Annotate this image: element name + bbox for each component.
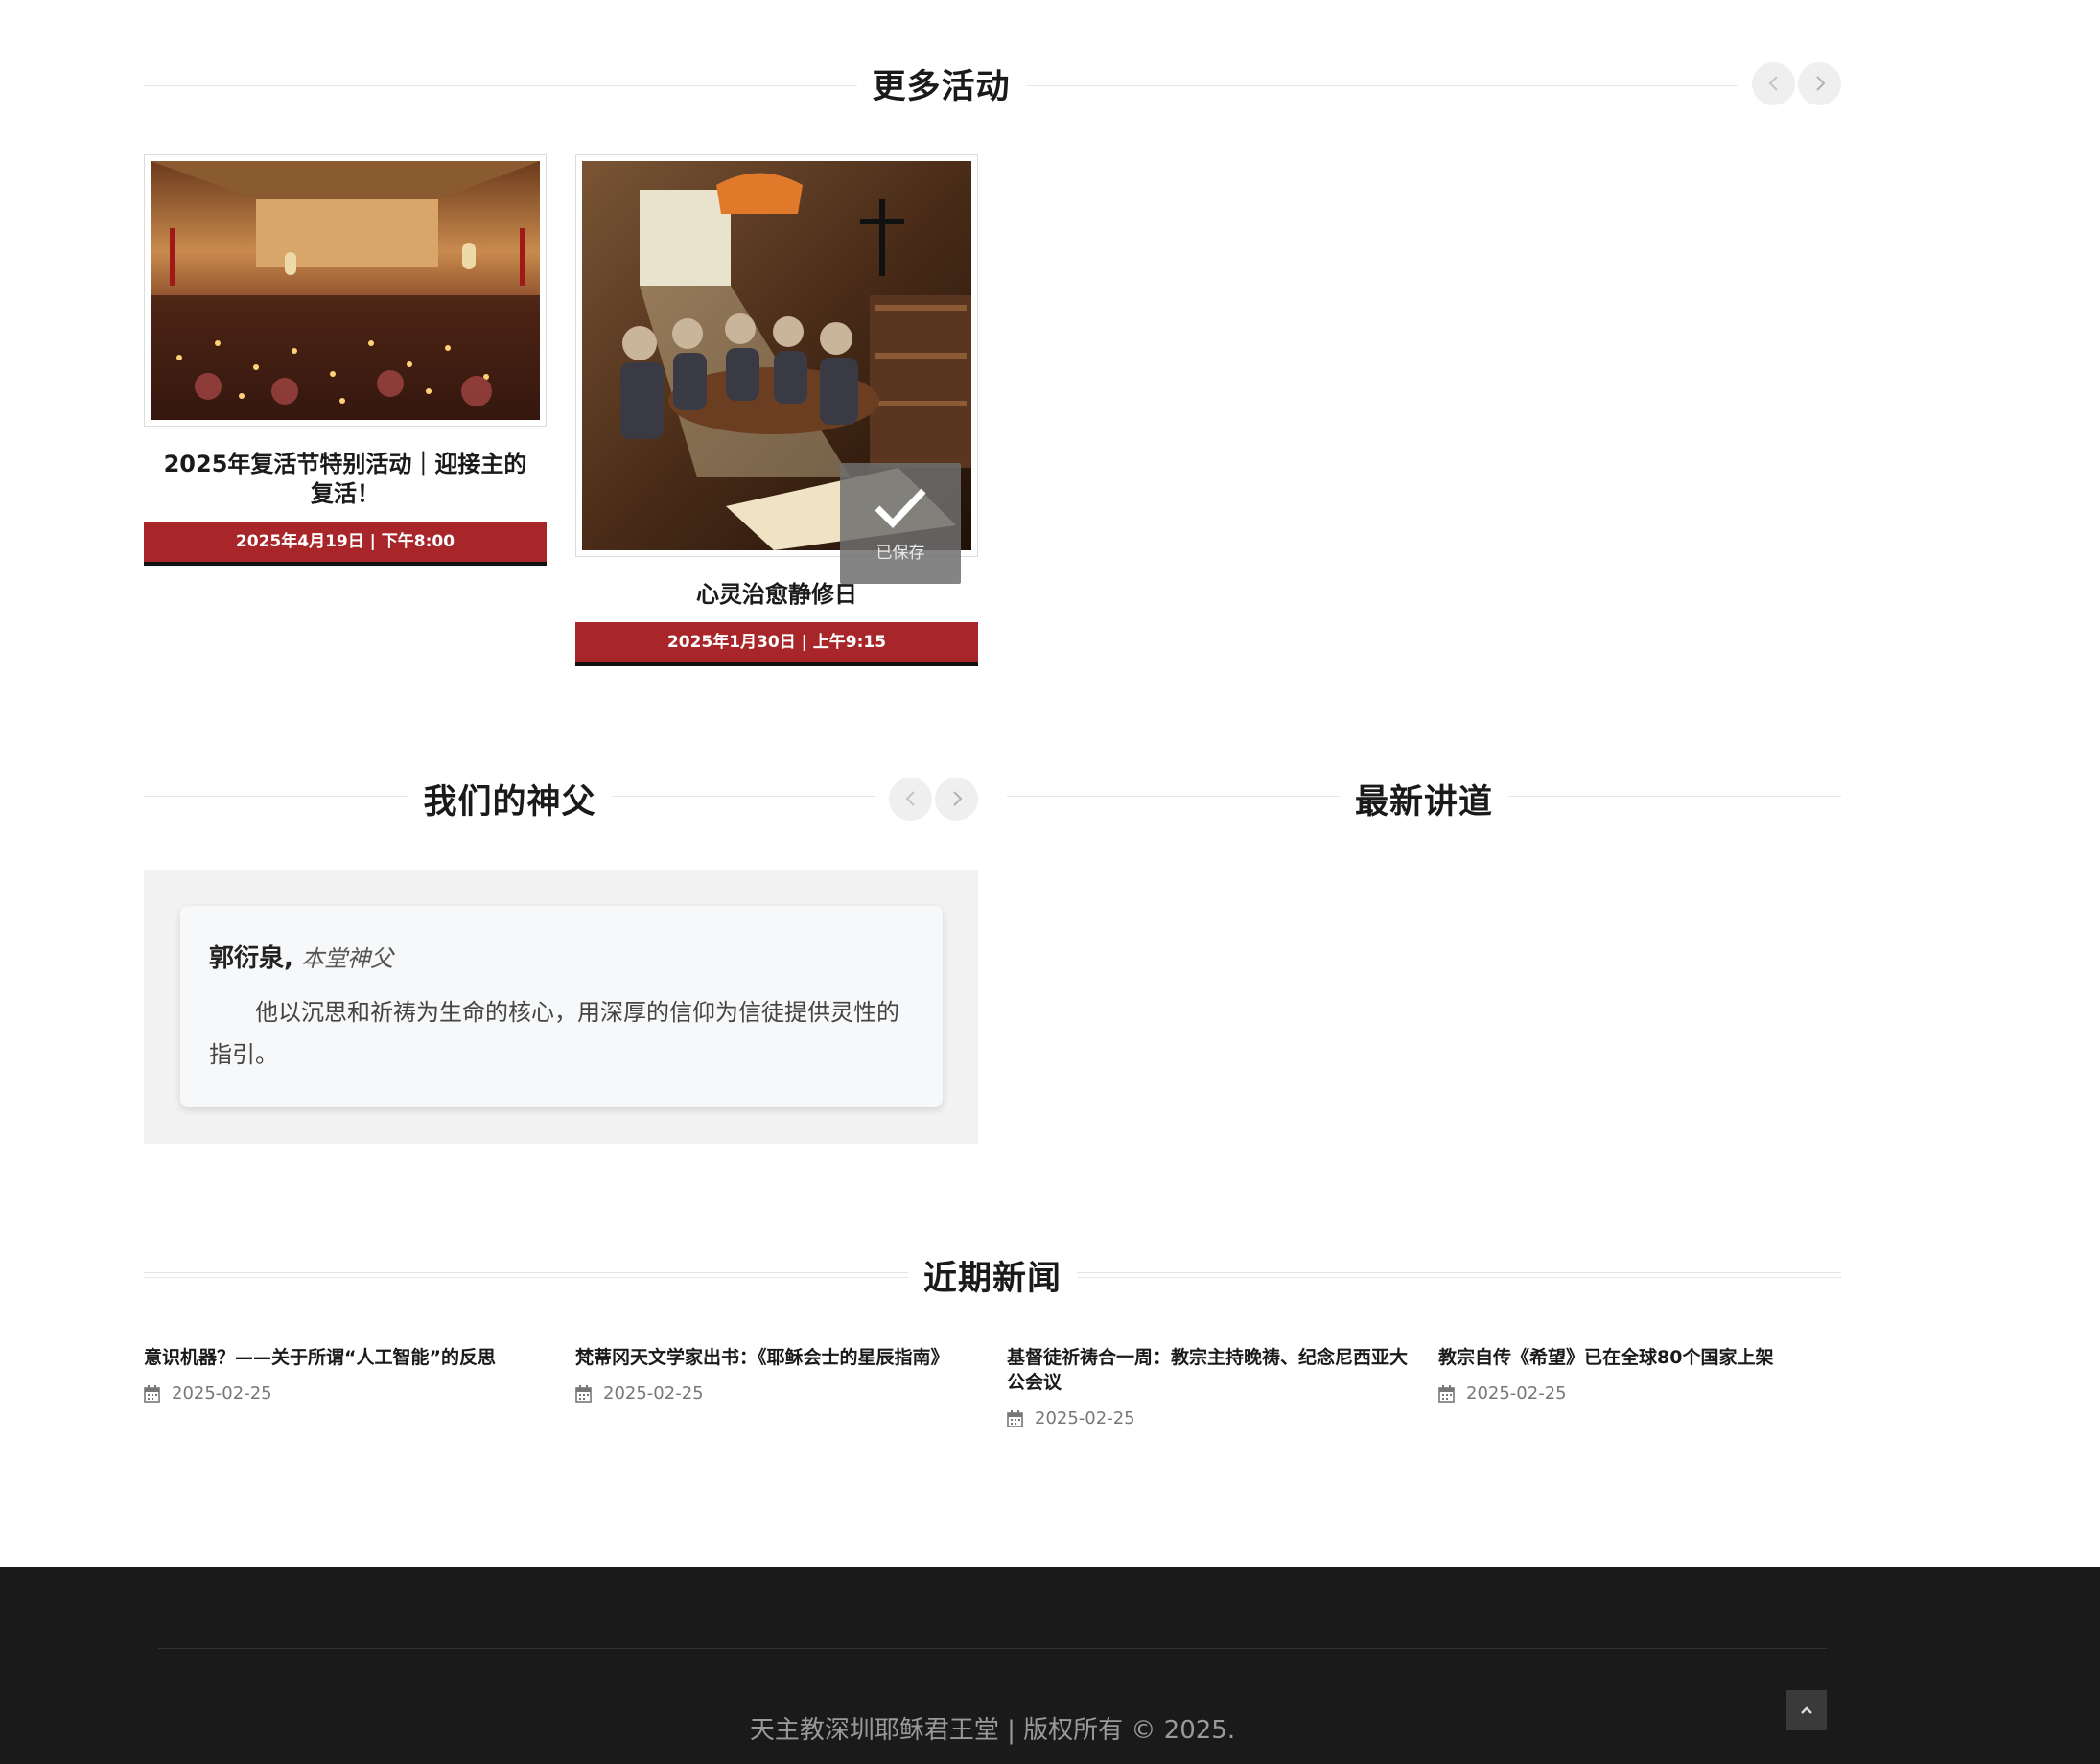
calendar-icon (144, 1384, 160, 1403)
event-date-bar: 2025年1月30日 | 上午9:15 (575, 622, 978, 666)
news-item: 梵蒂冈天文学家出书：《耶稣会士的星辰指南》 2025-02-25 (575, 1345, 978, 1404)
news-section-header: 近期新闻 (144, 1246, 1842, 1304)
divider (144, 81, 857, 86)
footer-copyright: 天主教深圳耶稣君王堂 | 版权所有 © 2025. (749, 1716, 1236, 1745)
news-meta: 2025-02-25 (1007, 1408, 1410, 1428)
divider (144, 1272, 908, 1278)
event-date-bar: 2025年4月19日 | 下午8:00 (144, 522, 547, 566)
divider (1508, 796, 1842, 801)
news-title-link[interactable]: 教宗自传《希望》已在全球80个国家上架 (1438, 1345, 1841, 1370)
checkmark-icon (875, 488, 926, 528)
priest-role: 本堂神父 (301, 945, 394, 972)
news-date: 2025-02-25 (1466, 1383, 1567, 1404)
saved-toast: 已保存 (840, 463, 961, 584)
divider (1007, 796, 1340, 801)
back-to-top-button[interactable] (1786, 1690, 1827, 1730)
divider (1025, 81, 1739, 86)
calendar-icon (1438, 1384, 1455, 1403)
event-title[interactable]: 2025年复活节特别活动｜迎接主的复活！ (144, 427, 547, 522)
events-section-header: 更多活动 (144, 55, 1842, 112)
priests-prev-button[interactable] (889, 777, 933, 821)
divider (611, 796, 876, 801)
priest-card[interactable]: 郭衍泉, 本堂神父 他以沉思和祈祷为生命的核心，用深厚的信仰为信徒提供灵性的指引… (180, 906, 943, 1107)
news-item: 意识机器？——关于所谓“人工智能”的反思 2025-02-25 (144, 1345, 547, 1404)
priests-section-header: 我们的神父 (144, 770, 979, 827)
calendar-icon (1007, 1409, 1023, 1427)
divider (1077, 1272, 1842, 1278)
priests-section-title: 我们的神父 (423, 782, 596, 822)
event-card[interactable]: 心灵治愈静修日 2025年1月30日 | 上午9:15 (575, 154, 978, 666)
news-item: 基督徒祈祷合一周：教宗主持晚祷、纪念尼西亚大公会议 2025-02-25 (1007, 1345, 1410, 1428)
event-image-candlelight-mass (151, 161, 540, 420)
chevron-right-icon (1815, 76, 1825, 91)
events-next-button[interactable] (1798, 61, 1842, 105)
news-meta: 2025-02-25 (1438, 1383, 1841, 1404)
site-footer: 天主教深圳耶稣君王堂 | 版权所有 © 2025. (0, 1567, 2100, 1764)
sermons-section-header: 最新讲道 (1007, 770, 1842, 827)
news-meta: 2025-02-25 (575, 1383, 978, 1404)
divider (144, 796, 408, 801)
event-image-frame[interactable] (144, 154, 547, 427)
events-prev-button[interactable] (1752, 61, 1796, 105)
news-section-title: 近期新闻 (923, 1259, 1062, 1298)
priests-next-button[interactable] (935, 777, 979, 821)
event-card[interactable]: 2025年复活节特别活动｜迎接主的复活！ 2025年4月19日 | 下午8:00 (144, 154, 547, 566)
chevron-up-icon (1801, 1706, 1812, 1714)
news-date: 2025-02-25 (1035, 1408, 1135, 1428)
events-carousel-nav (1752, 61, 1842, 105)
priest-name: 郭衍泉, (209, 944, 293, 973)
saved-toast-label: 已保存 (875, 543, 925, 563)
priest-description: 他以沉思和祈祷为生命的核心，用深厚的信仰为信徒提供灵性的指引。 (209, 999, 899, 1068)
priests-carousel-nav (889, 777, 979, 821)
footer-divider (158, 1648, 1827, 1649)
priest-name-row: 郭衍泉, 本堂神父 (209, 939, 914, 974)
sermons-section-title: 最新讲道 (1355, 782, 1494, 822)
news-item: 教宗自传《希望》已在全球80个国家上架 2025-02-25 (1438, 1345, 1841, 1404)
calendar-icon (575, 1384, 592, 1403)
news-date: 2025-02-25 (172, 1383, 272, 1404)
chevron-left-icon (1768, 76, 1778, 91)
news-date: 2025-02-25 (603, 1383, 704, 1404)
news-title-link[interactable]: 梵蒂冈天文学家出书：《耶稣会士的星辰指南》 (575, 1345, 978, 1370)
news-title-link[interactable]: 基督徒祈祷合一周：教宗主持晚祷、纪念尼西亚大公会议 (1007, 1345, 1410, 1395)
news-meta: 2025-02-25 (144, 1383, 547, 1404)
news-title-link[interactable]: 意识机器？——关于所谓“人工智能”的反思 (144, 1345, 547, 1370)
chevron-right-icon (952, 791, 962, 806)
chevron-left-icon (905, 791, 915, 806)
priest-carousel: 郭衍泉, 本堂神父 他以沉思和祈祷为生命的核心，用深厚的信仰为信徒提供灵性的指引… (144, 870, 978, 1144)
events-section-title: 更多活动 (872, 67, 1011, 106)
